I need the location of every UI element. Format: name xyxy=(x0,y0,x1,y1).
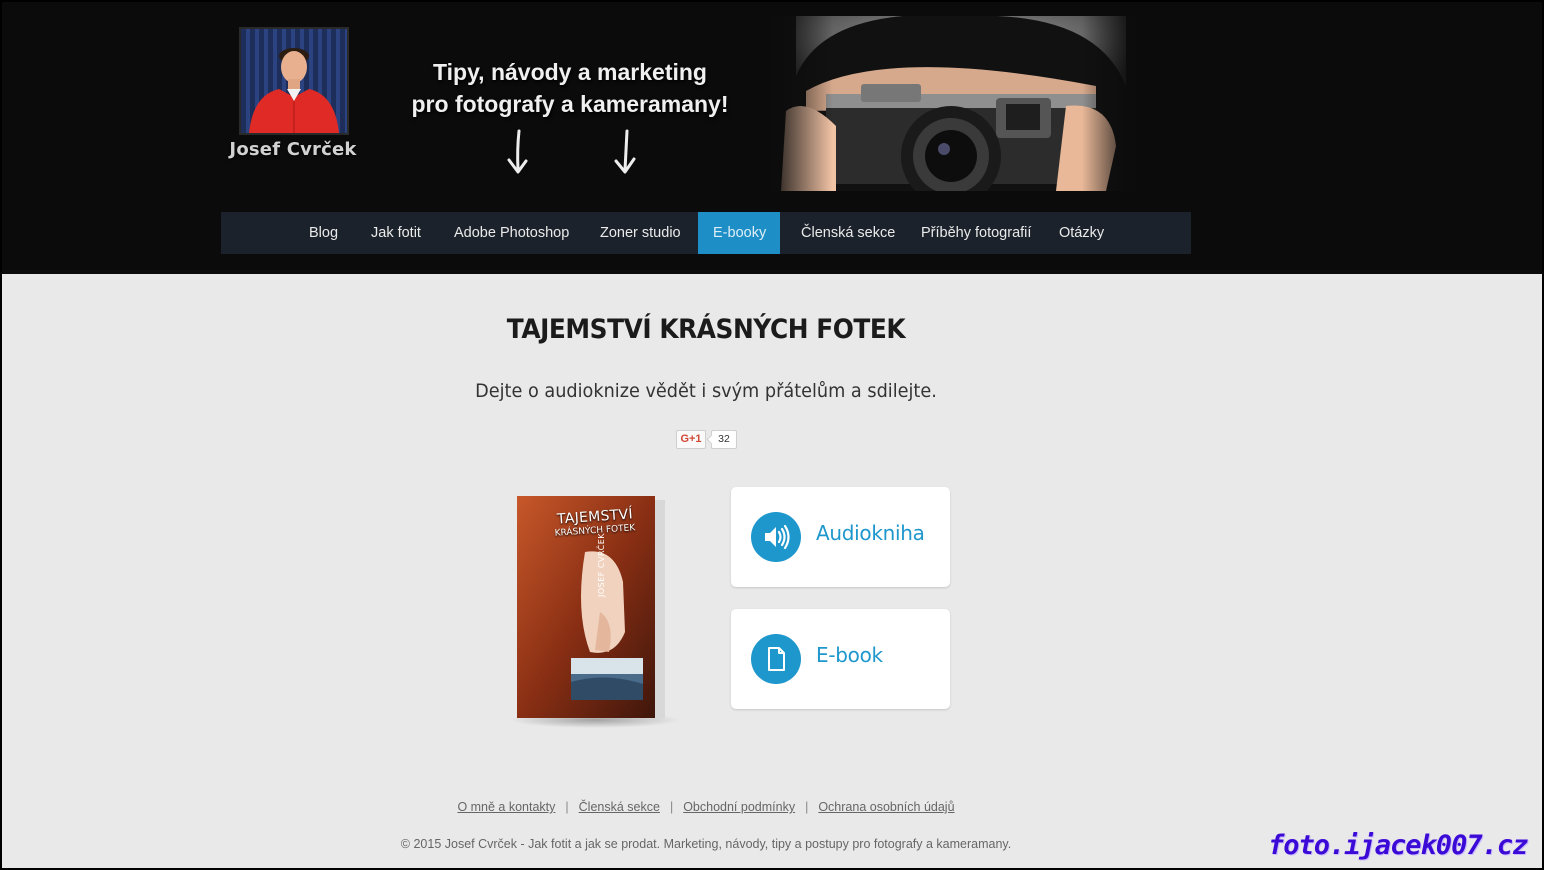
footer-link-privacy[interactable]: Ochrana osobních údajů xyxy=(818,800,954,814)
share-prompt: Dejte o audioknize vědět i svým přátelům… xyxy=(475,380,937,402)
speaker-icon xyxy=(751,512,801,562)
tagline-line-1: Tipy, návody a marketing xyxy=(433,59,707,85)
header-tagline: Tipy, návody a marketing pro fotografy a… xyxy=(380,56,760,120)
arrow-down-icon xyxy=(507,129,528,174)
footer-separator: | xyxy=(565,800,569,814)
author-name: Josef Cvrček xyxy=(229,139,357,160)
audiobook-label: Audiokniha xyxy=(816,521,925,545)
footer-links: O mně a kontakty | Členská sekce | Obchodní … xyxy=(400,800,1012,814)
nav-item-blog[interactable]: Blog xyxy=(294,212,353,254)
author-avatar xyxy=(239,27,349,135)
nav-item-jak-fotit[interactable]: Jak fotit xyxy=(356,212,436,254)
footer-separator: | xyxy=(805,800,809,814)
book-author: JOSEF CVRČEK xyxy=(597,532,606,597)
footer-separator: | xyxy=(669,800,674,814)
page-title: TAJEMSTVÍ KRÁSNÝCH FOTEK xyxy=(506,314,906,345)
ebook-label: E-book xyxy=(816,643,883,667)
ebook-card[interactable]: E-book xyxy=(731,609,950,709)
nav-item-zoner-studio[interactable]: Zoner studio xyxy=(585,212,696,254)
gplus-button[interactable]: G+1 xyxy=(676,430,706,449)
nav-item-otazky[interactable]: Otázky xyxy=(1044,212,1119,254)
document-icon xyxy=(751,634,801,684)
hero-photo-child-with-camera xyxy=(766,16,1138,191)
gplus-count: 32 xyxy=(711,430,737,449)
arrow-down-icon xyxy=(614,129,636,174)
site-header: Josef Cvrček Tipy, návody a marketing pr… xyxy=(0,0,1544,274)
footer-link-members[interactable]: Členská sekce xyxy=(579,800,660,814)
book-cover-image[interactable]: TAJEMSTVÍ KRÁSNÝCH FOTEK JOSEF CVRČEK xyxy=(505,492,685,732)
gplus-share: G+1 32 xyxy=(676,430,737,449)
nav-item-pribehy-fotografii[interactable]: Příběhy fotografií xyxy=(906,212,1046,254)
nav-item-clenska-sekce[interactable]: Členská sekce xyxy=(786,212,910,254)
watermark: foto.ijacek007.cz :-) xyxy=(1268,830,1544,861)
main-nav: Blog Jak fotit Adobe Photoshop Zoner stu… xyxy=(221,212,1191,254)
tagline-line-2: pro fotografy a kameramany! xyxy=(411,91,729,117)
footer-link-terms[interactable]: Obchodní podmínky xyxy=(683,800,795,814)
nav-item-e-booky[interactable]: E-booky xyxy=(698,212,780,254)
footer-link-about[interactable]: O mně a kontakty xyxy=(457,800,555,814)
audiobook-card[interactable]: Audiokniha xyxy=(731,487,950,587)
nav-item-adobe-photoshop[interactable]: Adobe Photoshop xyxy=(439,212,584,254)
copyright: © 2015 Josef Cvrček - Jak fotit a jak se… xyxy=(400,837,1012,851)
